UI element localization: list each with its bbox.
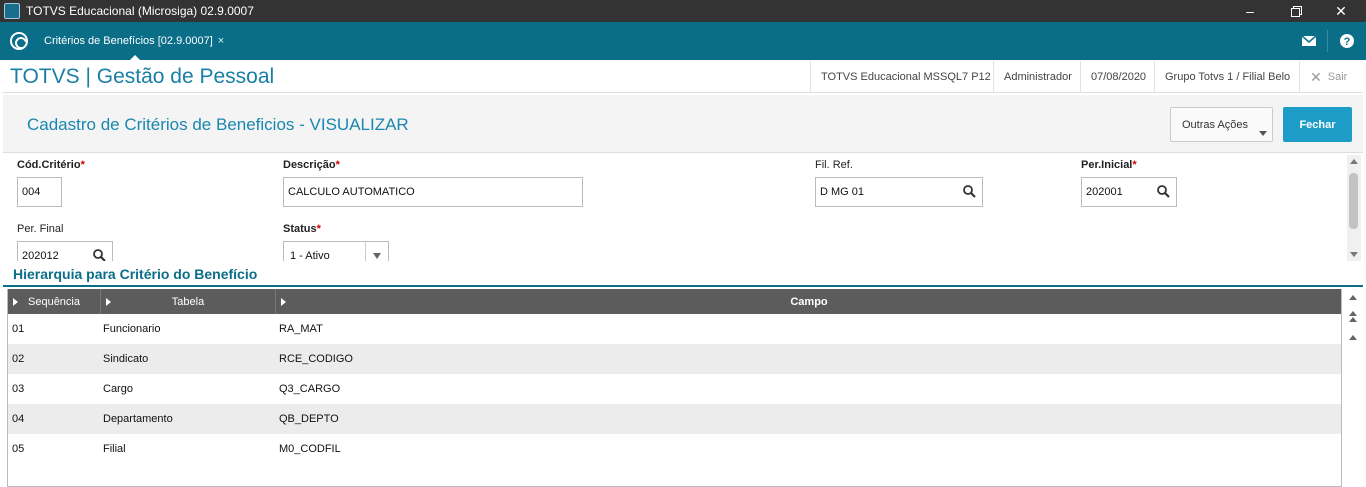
help-icon[interactable]: ? bbox=[1332, 22, 1362, 60]
descricao-input[interactable]: CALCULO AUTOMATICO bbox=[283, 177, 583, 207]
table-row[interactable]: 01 Funcionario RA_MAT bbox=[8, 314, 1341, 344]
page-header: Cadastro de Critérios de Beneficios - VI… bbox=[3, 95, 1363, 153]
cell-tabela: Funcionario bbox=[103, 323, 161, 335]
mail-icon[interactable] bbox=[1293, 22, 1325, 60]
scroll-up-icon[interactable] bbox=[1350, 159, 1358, 164]
exit-icon: ✕ bbox=[1310, 68, 1322, 85]
cell-campo: RCE_CODIGO bbox=[279, 353, 353, 365]
move-top-icon[interactable] bbox=[1349, 335, 1357, 340]
status-value: 1 - Ativo bbox=[290, 250, 330, 261]
field-label: Cód.Critério* bbox=[17, 159, 85, 171]
user-info: Administrador bbox=[993, 61, 1082, 93]
close-icon[interactable]: ✕ bbox=[1318, 0, 1364, 22]
field-label: Status* bbox=[283, 223, 321, 235]
status-select[interactable]: 1 - Ativo bbox=[283, 241, 389, 261]
column-header-campo[interactable]: Campo bbox=[276, 289, 1341, 314]
app-icon bbox=[4, 3, 20, 19]
grid-navigation bbox=[1344, 289, 1362, 349]
branch-info: Grupo Totvs 1 / Filial Belo bbox=[1154, 61, 1300, 93]
svg-text:?: ? bbox=[1344, 36, 1351, 48]
field-status: Status* 1 - Ativo bbox=[283, 223, 389, 261]
field-label: Per. Final bbox=[17, 223, 64, 235]
section-title: Hierarquia para Critério do Benefício bbox=[13, 266, 258, 282]
cell-sequencia: 03 bbox=[12, 383, 25, 395]
exit-button[interactable]: ✕ Sair bbox=[1299, 61, 1357, 93]
cod-criterio-input[interactable]: 004 bbox=[17, 177, 62, 207]
window-title: TOTVS Educacional (Microsiga) 02.9.0007 bbox=[26, 4, 254, 18]
cell-tabela: Sindicato bbox=[103, 353, 149, 365]
window-title-bar: TOTVS Educacional (Microsiga) 02.9.0007 … bbox=[0, 0, 1366, 22]
chevron-down-icon bbox=[1259, 131, 1267, 136]
scroll-thumb[interactable] bbox=[1349, 173, 1358, 229]
field-descricao: Descrição* CALCULO AUTOMATICO bbox=[283, 159, 583, 207]
per-inicial-value: 202001 bbox=[1086, 186, 1123, 198]
app-header: TOTVS | Gestão de Pessoal TOTVS Educacio… bbox=[3, 61, 1363, 93]
cell-tabela: Cargo bbox=[103, 383, 133, 395]
per-inicial-input[interactable]: 202001 bbox=[1081, 177, 1177, 207]
form-scrollbar[interactable] bbox=[1347, 155, 1361, 261]
other-actions-label: Outras Ações bbox=[1182, 118, 1249, 131]
minimize-icon[interactable]: – bbox=[1227, 0, 1273, 22]
totvs-logo-icon[interactable] bbox=[10, 32, 28, 50]
field-label: Fil. Ref. bbox=[815, 159, 853, 171]
fil-ref-input[interactable]: D MG 01 bbox=[815, 177, 983, 207]
cell-tabela: Departamento bbox=[103, 413, 173, 425]
cell-campo: RA_MAT bbox=[279, 323, 323, 335]
cell-campo: M0_CODFIL bbox=[279, 443, 341, 455]
fil-ref-value: D MG 01 bbox=[820, 186, 865, 198]
cell-sequencia: 04 bbox=[12, 413, 25, 425]
tab-criterios-beneficios[interactable]: Critérios de Benefícios [02.9.0007] × bbox=[36, 22, 232, 61]
cell-campo: Q3_CARGO bbox=[279, 383, 341, 395]
sort-arrow-icon bbox=[106, 298, 111, 306]
move-up-double-icon[interactable] bbox=[1349, 317, 1357, 322]
app-tab-bar: Critérios de Benefícios [02.9.0007] × ? bbox=[0, 22, 1366, 61]
field-per-final: Per. Final 202012 bbox=[17, 223, 113, 261]
brand-title: TOTVS | Gestão de Pessoal bbox=[10, 65, 275, 88]
field-label: Per.Inicial* bbox=[1081, 159, 1137, 171]
restore-icon[interactable] bbox=[1273, 0, 1319, 22]
move-up-icon[interactable] bbox=[1349, 311, 1357, 316]
column-header-sequencia[interactable]: Sequência bbox=[8, 289, 101, 314]
cell-sequencia: 05 bbox=[12, 443, 25, 455]
cell-sequencia: 01 bbox=[12, 323, 25, 335]
close-button[interactable]: Fechar bbox=[1283, 107, 1352, 142]
toolbar-divider bbox=[1327, 30, 1328, 52]
field-fil-ref: Fil. Ref. D MG 01 bbox=[815, 159, 983, 207]
table-row[interactable]: 04 Departamento QB_DEPTO bbox=[8, 404, 1341, 434]
section-header: Hierarquia para Critério do Benefício bbox=[3, 263, 1363, 287]
table-row[interactable]: 05 Filial M0_CODFIL bbox=[8, 434, 1341, 464]
field-label: Descrição* bbox=[283, 159, 340, 171]
grid-header: Sequência Tabela Campo bbox=[8, 289, 1341, 314]
date-info: 07/08/2020 bbox=[1080, 61, 1156, 93]
table-row[interactable]: 02 Sindicato RCE_CODIGO bbox=[8, 344, 1341, 374]
cell-campo: QB_DEPTO bbox=[279, 413, 339, 425]
chevron-down-icon[interactable] bbox=[365, 242, 388, 261]
hierarchy-grid: Sequência Tabela Campo 01 Funcionario RA… bbox=[7, 289, 1342, 487]
column-header-tabela[interactable]: Tabela bbox=[101, 289, 276, 314]
other-actions-button[interactable]: Outras Ações bbox=[1170, 107, 1273, 142]
environment-info: TOTVS Educacional MSSQL7 P12 bbox=[810, 61, 1001, 93]
page-title: Cadastro de Critérios de Beneficios - VI… bbox=[27, 115, 409, 134]
search-icon[interactable] bbox=[1157, 185, 1170, 198]
move-first-icon[interactable] bbox=[1349, 295, 1357, 300]
form-panel: Cód.Critério* 004 Descrição* CALCULO AUT… bbox=[3, 155, 1347, 261]
per-final-value: 202012 bbox=[22, 250, 59, 261]
search-icon[interactable] bbox=[93, 249, 106, 261]
sort-arrow-icon bbox=[281, 298, 286, 306]
tab-label: Critérios de Benefícios [02.9.0007] bbox=[44, 35, 213, 47]
field-cod-criterio: Cód.Critério* 004 bbox=[17, 159, 85, 207]
sort-arrow-icon bbox=[13, 298, 18, 306]
table-row[interactable]: 03 Cargo Q3_CARGO bbox=[8, 374, 1341, 404]
tab-close-icon[interactable]: × bbox=[218, 35, 224, 47]
search-icon[interactable] bbox=[963, 185, 976, 198]
scroll-down-icon[interactable] bbox=[1350, 252, 1358, 257]
cell-tabela: Filial bbox=[103, 443, 126, 455]
cell-sequencia: 02 bbox=[12, 353, 25, 365]
field-per-inicial: Per.Inicial* 202001 bbox=[1081, 159, 1177, 207]
exit-label: Sair bbox=[1327, 71, 1348, 83]
per-final-input[interactable]: 202012 bbox=[17, 241, 113, 261]
